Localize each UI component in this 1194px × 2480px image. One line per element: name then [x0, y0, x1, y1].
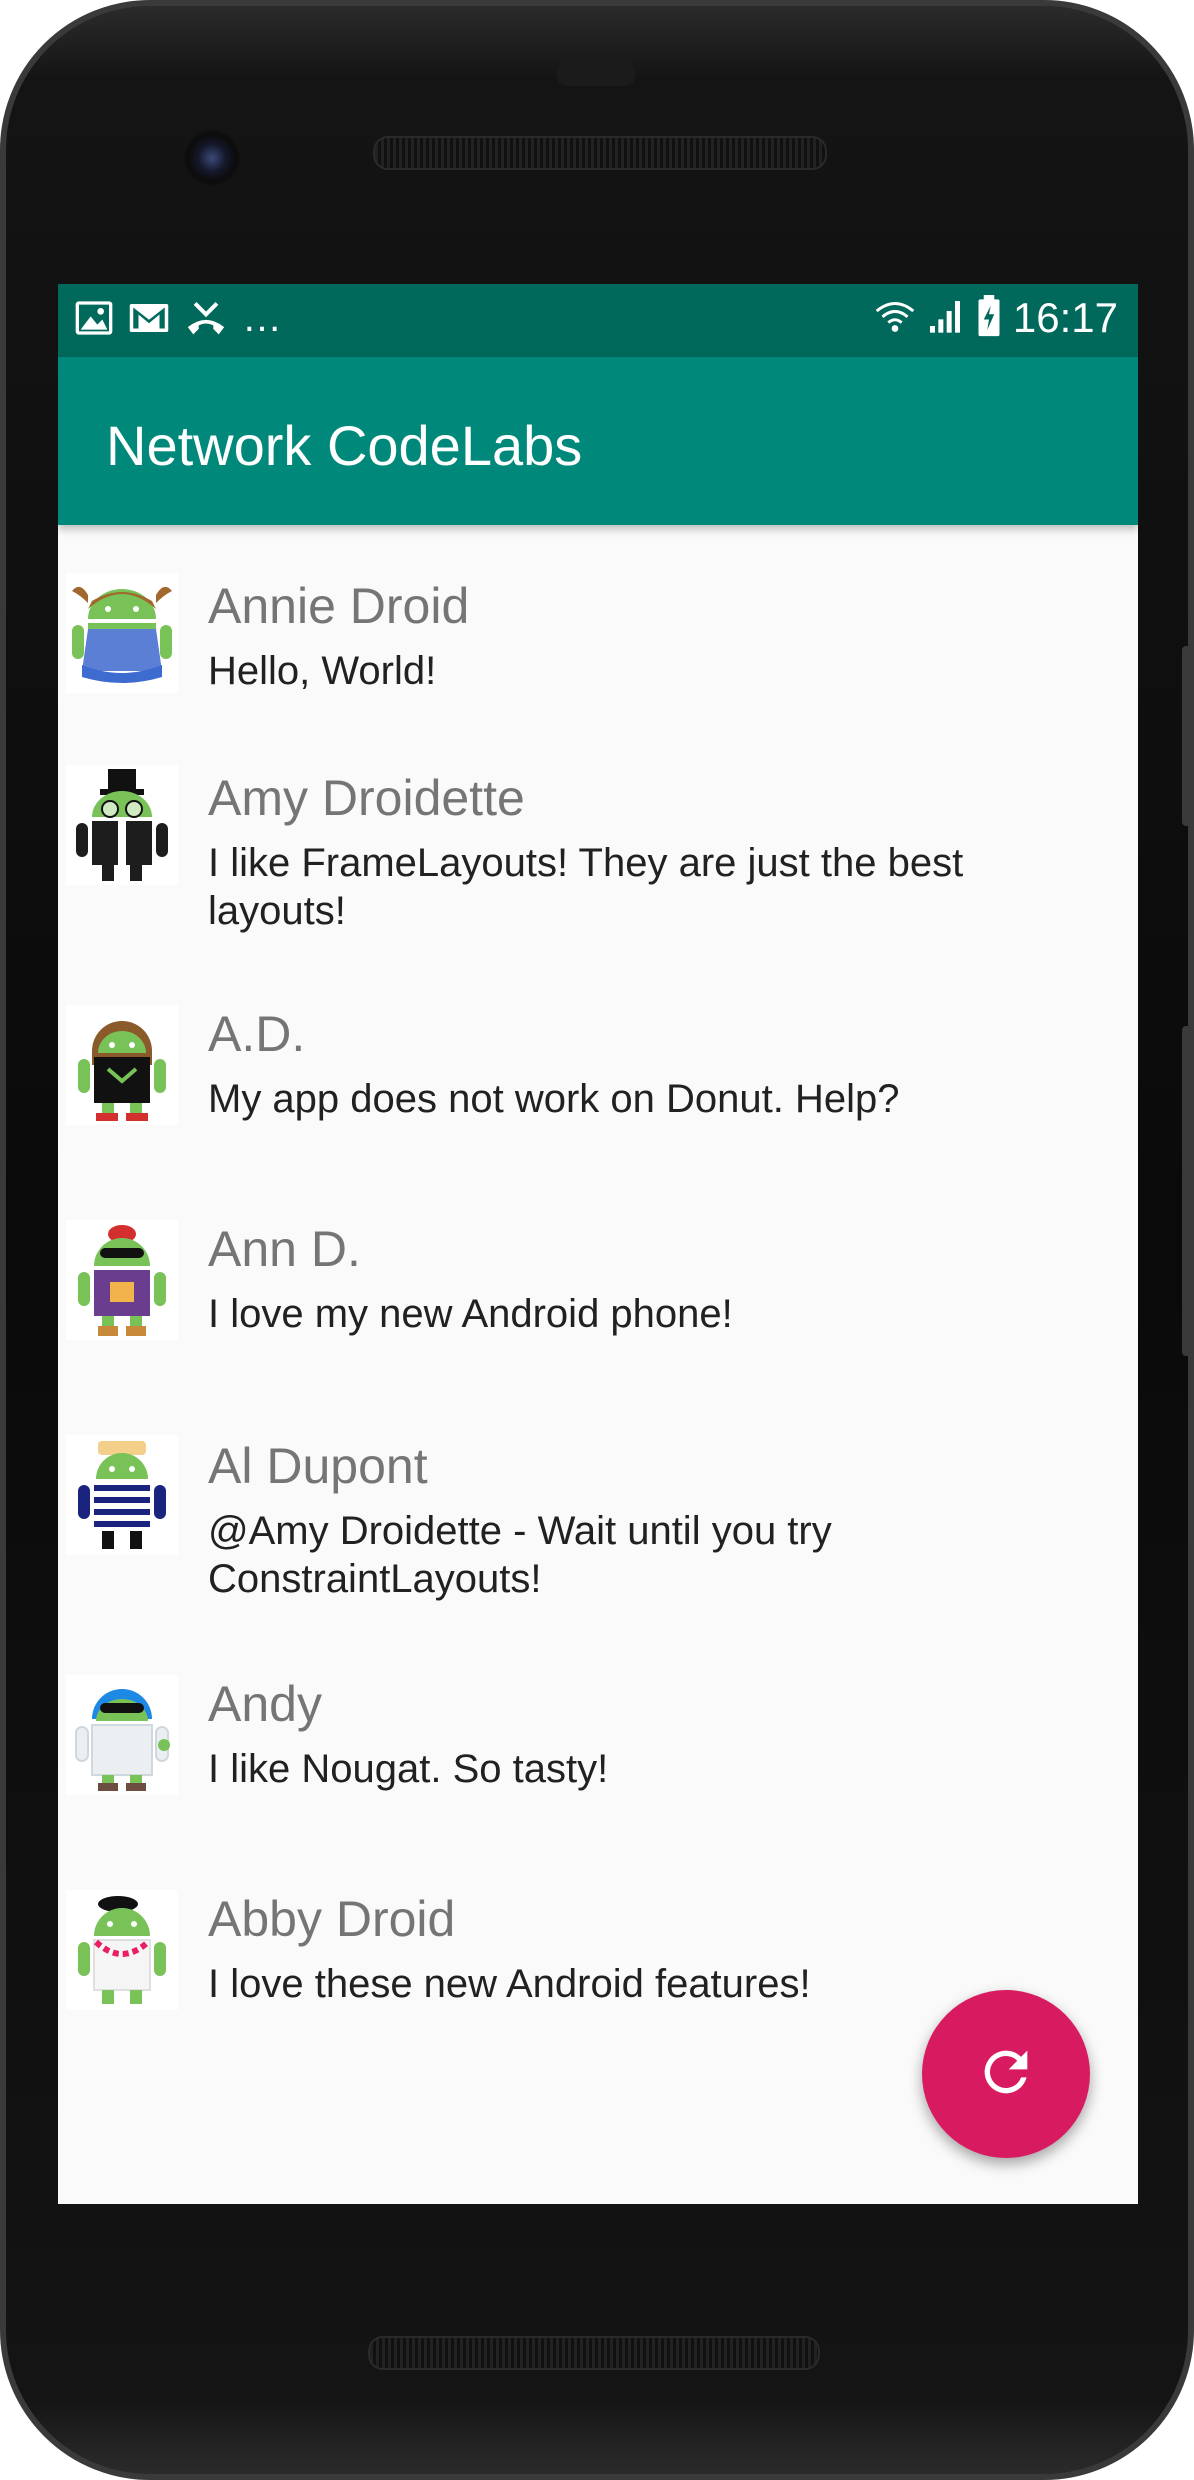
message-text: Hello, World! — [208, 649, 437, 693]
screen: … 16:17 Network CodeLabs Annie Droid Hel… — [58, 284, 1138, 2204]
list-item[interactable]: A.D. My app does not work on Donut. Help… — [58, 955, 1138, 1170]
system-icons: 16:17 — [875, 294, 1118, 342]
sender-name: Ann D. — [208, 1221, 361, 1277]
message-text: @Amy Droidette - Wait until you try Cons… — [208, 1509, 832, 1601]
phone-frame: … 16:17 Network CodeLabs Annie Droid Hel… — [0, 0, 1194, 2480]
avatar-ann-d — [66, 1220, 178, 1340]
avatar-andy — [66, 1675, 178, 1795]
front-camera — [184, 130, 240, 186]
volume-button — [1182, 1026, 1192, 1356]
sender-name: A.D. — [208, 1006, 306, 1062]
image-icon — [74, 298, 114, 343]
refresh-fab[interactable] — [922, 1990, 1090, 2158]
battery-charging-icon — [975, 294, 1003, 342]
avatar-abby-droid — [66, 1890, 178, 2010]
sender-name: Amy Droidette — [208, 770, 525, 826]
message-text: I love these new Android features! — [208, 1962, 811, 2006]
message-text: My app does not work on Donut. Help? — [208, 1077, 900, 1121]
app-title: Network CodeLabs — [106, 414, 583, 477]
sender-name: Annie Droid — [208, 578, 470, 634]
app-bar: Network CodeLabs — [58, 357, 1138, 525]
sender-name: Andy — [208, 1676, 322, 1732]
list-item[interactable]: Annie Droid Hello, World! — [58, 525, 1138, 725]
avatar-amy-droidette — [66, 765, 178, 885]
avatar-a-d — [66, 1005, 178, 1125]
top-speaker — [373, 136, 827, 170]
status-time: 16:17 — [1012, 294, 1118, 341]
sender-name: Abby Droid — [208, 1891, 456, 1947]
list-item[interactable]: Al Dupont @Amy Droidette - Wait until yo… — [58, 1385, 1138, 1625]
list-item[interactable]: Amy Droidette I like FrameLayouts! They … — [58, 715, 1138, 955]
refresh-icon — [974, 2040, 1038, 2109]
status-bar: … 16:17 — [58, 284, 1138, 357]
list-item[interactable]: Andy I like Nougat. So tasty! — [58, 1625, 1138, 1840]
message-text: I love my new Android phone! — [208, 1292, 733, 1336]
avatar-al-dupont — [66, 1435, 178, 1555]
power-button — [1182, 646, 1192, 826]
message-text: I like Nougat. So tasty! — [208, 1747, 609, 1791]
message-text: I like FrameLayouts! They are just the b… — [208, 841, 964, 933]
notification-icons: … — [74, 298, 282, 343]
more-notifications-indicator: … — [242, 295, 282, 340]
avatar-annie-droid — [66, 573, 178, 693]
gmail-icon — [128, 298, 170, 343]
earpiece — [556, 62, 636, 86]
list-item[interactable]: Ann D. I love my new Android phone! — [58, 1170, 1138, 1385]
signal-icon — [925, 296, 965, 341]
sender-name: Al Dupont — [208, 1438, 428, 1494]
missed-call-icon — [184, 298, 228, 343]
wifi-icon — [875, 296, 915, 341]
bottom-speaker — [368, 2336, 820, 2370]
